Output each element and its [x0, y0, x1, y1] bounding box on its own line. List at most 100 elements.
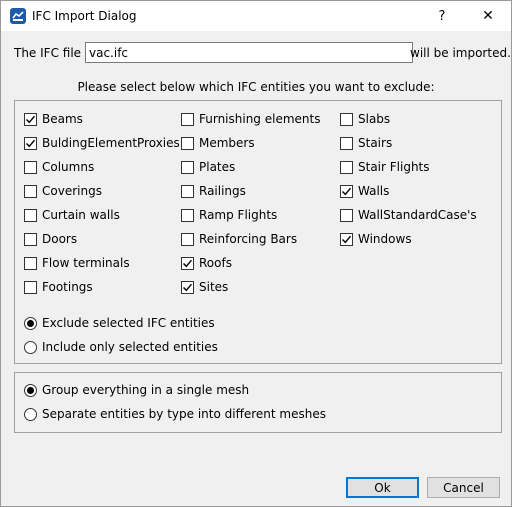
window-title: IFC Import Dialog: [32, 9, 137, 23]
checkbox-label: Beams: [42, 112, 83, 126]
radio-circle[interactable]: [24, 340, 37, 354]
ifc-import-dialog: IFC Import Dialog ? ✕ The IFC file will …: [0, 0, 512, 507]
radio-dot: [27, 386, 34, 394]
checkbox-label: Sites: [199, 280, 229, 294]
checkbox-box[interactable]: [24, 280, 37, 294]
checkbox-box[interactable]: [181, 160, 194, 174]
radio-dot: [27, 319, 34, 327]
radio-circle[interactable]: [24, 383, 37, 397]
radio-label: Include only selected entities: [42, 340, 218, 354]
checkbox-furnishing-elements[interactable]: Furnishing elements: [181, 111, 320, 127]
checkmark-icon: [342, 187, 352, 195]
checkbox-box[interactable]: [181, 208, 194, 222]
checkbox-sites[interactable]: Sites: [181, 279, 228, 295]
checkbox-railings[interactable]: Railings: [181, 183, 246, 199]
checkbox-box[interactable]: [24, 256, 37, 270]
checkbox-box[interactable]: [340, 184, 353, 198]
radio-label: Separate entities by type into different…: [42, 407, 326, 421]
checkbox-columns[interactable]: Columns: [24, 159, 94, 175]
checkbox-box[interactable]: [340, 160, 353, 174]
checkbox-box[interactable]: [181, 184, 194, 198]
close-icon: ✕: [482, 8, 494, 24]
file-label: The IFC file: [14, 46, 82, 60]
close-button[interactable]: ✕: [465, 1, 511, 31]
checkbox-label: Reinforcing Bars: [199, 232, 298, 246]
checkbox-label: Coverings: [42, 184, 102, 198]
radio-include-only[interactable]: Include only selected entities: [24, 339, 218, 355]
file-name-field[interactable]: [85, 42, 413, 63]
checkmark-icon: [183, 283, 193, 291]
checkbox-reinforcing-bars[interactable]: Reinforcing Bars: [181, 231, 297, 247]
help-icon: ?: [438, 8, 446, 24]
checkbox-box[interactable]: [24, 136, 37, 150]
title-bar: IFC Import Dialog ? ✕: [1, 1, 511, 31]
checkbox-box[interactable]: [181, 136, 194, 150]
file-suffix-label: will be imported.: [410, 46, 511, 60]
entity-selection-group: Beams BuldingElementProxies Columns Cove…: [14, 100, 502, 364]
checkbox-building-element-proxies[interactable]: BuldingElementProxies: [24, 135, 180, 151]
checkbox-box[interactable]: [24, 232, 37, 246]
radio-single-mesh[interactable]: Group everything in a single mesh: [24, 382, 249, 398]
cancel-button[interactable]: Cancel: [427, 477, 500, 498]
checkbox-label: Railings: [199, 184, 246, 198]
checkbox-label: Flow terminals: [42, 256, 130, 270]
checkbox-flow-terminals[interactable]: Flow terminals: [24, 255, 130, 271]
checkbox-label: Doors: [42, 232, 78, 246]
checkbox-beams[interactable]: Beams: [24, 111, 83, 127]
checkbox-box[interactable]: [181, 256, 194, 270]
checkbox-label: Curtain walls: [42, 208, 120, 222]
radio-circle[interactable]: [24, 316, 37, 330]
checkbox-label: Stairs: [358, 136, 393, 150]
checkbox-label: WallStandardCase's: [358, 208, 477, 222]
checkbox-box[interactable]: [340, 136, 353, 150]
checkbox-box[interactable]: [24, 112, 37, 126]
checkbox-label: BuldingElementProxies: [42, 136, 180, 150]
checkbox-wall-standard-case[interactable]: WallStandardCase's: [340, 207, 477, 223]
checkbox-walls[interactable]: Walls: [340, 183, 389, 199]
checkbox-windows[interactable]: Windows: [340, 231, 412, 247]
checkbox-plates[interactable]: Plates: [181, 159, 235, 175]
checkbox-box[interactable]: [24, 208, 37, 222]
checkbox-curtain-walls[interactable]: Curtain walls: [24, 207, 120, 223]
radio-separate-meshes[interactable]: Separate entities by type into different…: [24, 406, 326, 422]
app-icon: [10, 8, 26, 24]
checkbox-box[interactable]: [181, 112, 194, 126]
checkbox-coverings[interactable]: Coverings: [24, 183, 102, 199]
radio-circle[interactable]: [24, 407, 37, 421]
checkbox-label: Stair Flights: [358, 160, 430, 174]
checkbox-label: Plates: [199, 160, 236, 174]
checkbox-slabs[interactable]: Slabs: [340, 111, 390, 127]
checkbox-doors[interactable]: Doors: [24, 231, 77, 247]
checkbox-label: Columns: [42, 160, 95, 174]
checkbox-box[interactable]: [24, 160, 37, 174]
radio-exclude-selected[interactable]: Exclude selected IFC entities: [24, 315, 215, 331]
checkmark-icon: [26, 115, 36, 123]
checkbox-label: Windows: [358, 232, 412, 246]
checkbox-label: Ramp Flights: [199, 208, 278, 222]
checkbox-label: Furnishing elements: [199, 112, 321, 126]
file-row: The IFC file will be imported.: [14, 42, 511, 64]
checkbox-box[interactable]: [340, 232, 353, 246]
checkbox-stair-flights[interactable]: Stair Flights: [340, 159, 430, 175]
ok-button[interactable]: Ok: [346, 477, 419, 498]
checkbox-label: Walls: [358, 184, 390, 198]
checkbox-label: Footings: [42, 280, 93, 294]
checkbox-box[interactable]: [340, 208, 353, 222]
radio-label: Group everything in a single mesh: [42, 383, 250, 397]
mesh-option-group: Group everything in a single mesh Separa…: [14, 372, 502, 433]
checkbox-label: Slabs: [358, 112, 391, 126]
checkbox-ramp-flights[interactable]: Ramp Flights: [181, 207, 277, 223]
checkbox-box[interactable]: [181, 280, 194, 294]
checkbox-footings[interactable]: Footings: [24, 279, 93, 295]
help-button[interactable]: ?: [419, 1, 465, 31]
checkbox-label: Members: [199, 136, 255, 150]
checkbox-stairs[interactable]: Stairs: [340, 135, 392, 151]
checkbox-box[interactable]: [340, 112, 353, 126]
radio-label: Exclude selected IFC entities: [42, 316, 215, 330]
checkbox-box[interactable]: [181, 232, 194, 246]
checkbox-members[interactable]: Members: [181, 135, 255, 151]
checkbox-label: Roofs: [199, 256, 232, 270]
checkbox-box[interactable]: [24, 184, 37, 198]
checkmark-icon: [26, 139, 36, 147]
checkbox-roofs[interactable]: Roofs: [181, 255, 232, 271]
